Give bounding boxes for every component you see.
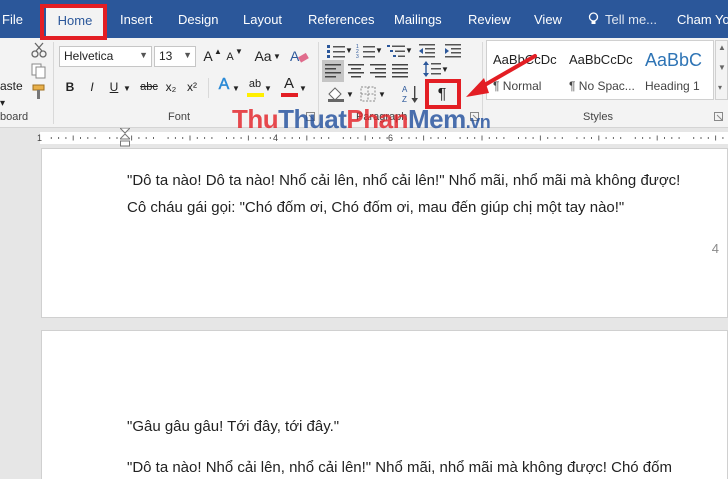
style-name: Heading 1: [645, 79, 700, 93]
highlight-color-bar: [247, 93, 264, 97]
font-size-value: 13: [159, 49, 173, 63]
document-page[interactable]: "Gâu gâu gâu! Tới đây, tới đây." "Dô ta …: [41, 330, 728, 479]
chevron-down-icon: ▼: [299, 84, 307, 93]
align-right-icon[interactable]: [370, 64, 386, 78]
font-color-button[interactable]: A: [281, 74, 297, 94]
svg-text:3: 3: [356, 54, 359, 59]
shading-icon[interactable]: [327, 86, 345, 102]
clear-formatting-icon[interactable]: A: [290, 48, 310, 64]
chevron-down-icon: ▼: [123, 84, 131, 93]
styles-gallery-scroll[interactable]: ▲ ▼ ▾: [715, 40, 728, 100]
chevron-down-icon: ▼: [441, 65, 449, 74]
style-name: ¶ No Spac...: [569, 79, 635, 93]
more-styles-icon[interactable]: ▾: [718, 83, 722, 92]
paragraph-line: "Dô ta nào! Dô ta nào! Nhổ cải lên, nhổ …: [127, 172, 681, 189]
style-preview: AaBbC: [645, 50, 703, 70]
svg-text:A: A: [402, 85, 408, 94]
chevron-down-icon: ▼: [378, 90, 386, 99]
format-painter-icon[interactable]: [31, 84, 47, 100]
font-size-dropdown[interactable]: 13 ▼: [154, 46, 196, 67]
multilevel-list-icon[interactable]: [386, 43, 406, 59]
chevron-down-icon: ▼: [375, 46, 383, 55]
copy-icon[interactable]: [31, 63, 47, 79]
change-case-button[interactable]: Aa: [252, 46, 274, 66]
ruler-number: 1: [37, 133, 43, 143]
justify-icon[interactable]: [392, 64, 408, 78]
tab-view[interactable]: View: [534, 12, 562, 27]
chevron-down-icon: ▼: [405, 46, 413, 55]
paste-button-label[interactable]: aste: [0, 76, 23, 96]
user-name[interactable]: Cham Yo: [677, 12, 728, 27]
chevron-down-icon: ▼: [232, 84, 240, 93]
document-page[interactable]: "Dô ta nào! Dô ta nào! Nhổ cải lên, nhổ …: [41, 148, 728, 318]
strikethrough-button[interactable]: abc: [138, 77, 160, 97]
font-family-value: Helvetica: [64, 49, 114, 63]
tab-insert[interactable]: Insert: [120, 12, 153, 27]
bold-button[interactable]: B: [62, 77, 78, 97]
group-separator: [53, 42, 54, 124]
subscript-button[interactable]: x₂: [163, 77, 179, 97]
clipboard-group-label: board: [0, 111, 29, 123]
style-no-spacing[interactable]: AaBbCcDc ¶ No Spac...: [563, 41, 639, 99]
numbering-icon[interactable]: 1 2 3: [356, 43, 376, 59]
borders-icon[interactable]: [360, 86, 376, 102]
cut-icon[interactable]: [30, 42, 48, 58]
tab-review[interactable]: Review: [468, 12, 511, 27]
underline-button[interactable]: U: [106, 77, 122, 97]
dialog-launcher-icon[interactable]: [714, 112, 724, 122]
pilcrow-highlight: [425, 79, 461, 109]
tab-mailings[interactable]: Mailings: [394, 12, 442, 27]
home-tab-highlight: [40, 4, 107, 40]
italic-button[interactable]: I: [84, 77, 100, 97]
style-preview: AaBbCcDc: [569, 52, 633, 67]
font-family-dropdown[interactable]: Helvetica ▼: [59, 46, 152, 67]
indent-marker-icon[interactable]: [120, 128, 130, 148]
tab-references[interactable]: References: [308, 12, 374, 27]
word-window: File Home Insert Design Layout Reference…: [0, 0, 728, 479]
divider: [208, 78, 209, 98]
superscript-button[interactable]: x²: [184, 77, 200, 97]
decrease-indent-icon[interactable]: [418, 43, 436, 59]
chevron-down-icon: ▼: [139, 50, 148, 60]
font-group-label: Font: [168, 111, 191, 123]
chevron-down-icon: ▼: [183, 50, 192, 60]
align-left-icon[interactable]: [325, 64, 341, 78]
align-center-icon[interactable]: [348, 64, 364, 78]
paragraph-line: "Dô ta nào! Nhổ cải lên, nhổ cải lên!" N…: [127, 459, 672, 476]
line-spacing-icon[interactable]: [423, 60, 441, 78]
font-color-bar: [281, 93, 298, 97]
chevron-down-icon[interactable]: ▼: [718, 63, 726, 72]
annotation-arrow-icon: [466, 54, 537, 97]
grow-font-button[interactable]: A: [201, 46, 215, 66]
tab-file[interactable]: File: [2, 12, 23, 27]
text-effects-button[interactable]: A: [216, 75, 232, 95]
shrink-caret-icon: ▼: [235, 47, 243, 56]
highlight-button[interactable]: ab: [246, 74, 264, 94]
tab-design[interactable]: Design: [178, 12, 218, 27]
page-number: 4: [711, 241, 719, 256]
bullets-icon[interactable]: [326, 43, 346, 59]
tab-layout[interactable]: Layout: [243, 12, 282, 27]
paragraph-line: Cô cháu gái gọi: "Chó đốm ơi, Chó đốm ơi…: [127, 199, 625, 216]
lightbulb-icon: [588, 12, 599, 24]
chevron-down-icon: ▼: [346, 90, 354, 99]
svg-text:A: A: [290, 48, 300, 64]
styles-group-label: Styles: [583, 111, 613, 123]
svg-text:Z: Z: [402, 95, 407, 104]
chevron-down-icon: ▼: [273, 52, 281, 61]
chevron-down-icon: ▼: [264, 84, 272, 93]
style-heading-1[interactable]: AaBbC Heading 1: [639, 41, 715, 99]
sort-icon[interactable]: A Z: [402, 84, 420, 104]
chevron-up-icon[interactable]: ▲: [718, 43, 726, 52]
paragraph-line: "Gâu gâu gâu! Tới đây, tới đây.": [127, 418, 340, 435]
chevron-down-icon: ▼: [345, 46, 353, 55]
ribbon-tab-bar: File Home Insert Design Layout Reference…: [0, 0, 728, 38]
grow-caret-icon: ▲: [214, 47, 222, 56]
tell-me-search[interactable]: Tell me...: [605, 12, 657, 27]
